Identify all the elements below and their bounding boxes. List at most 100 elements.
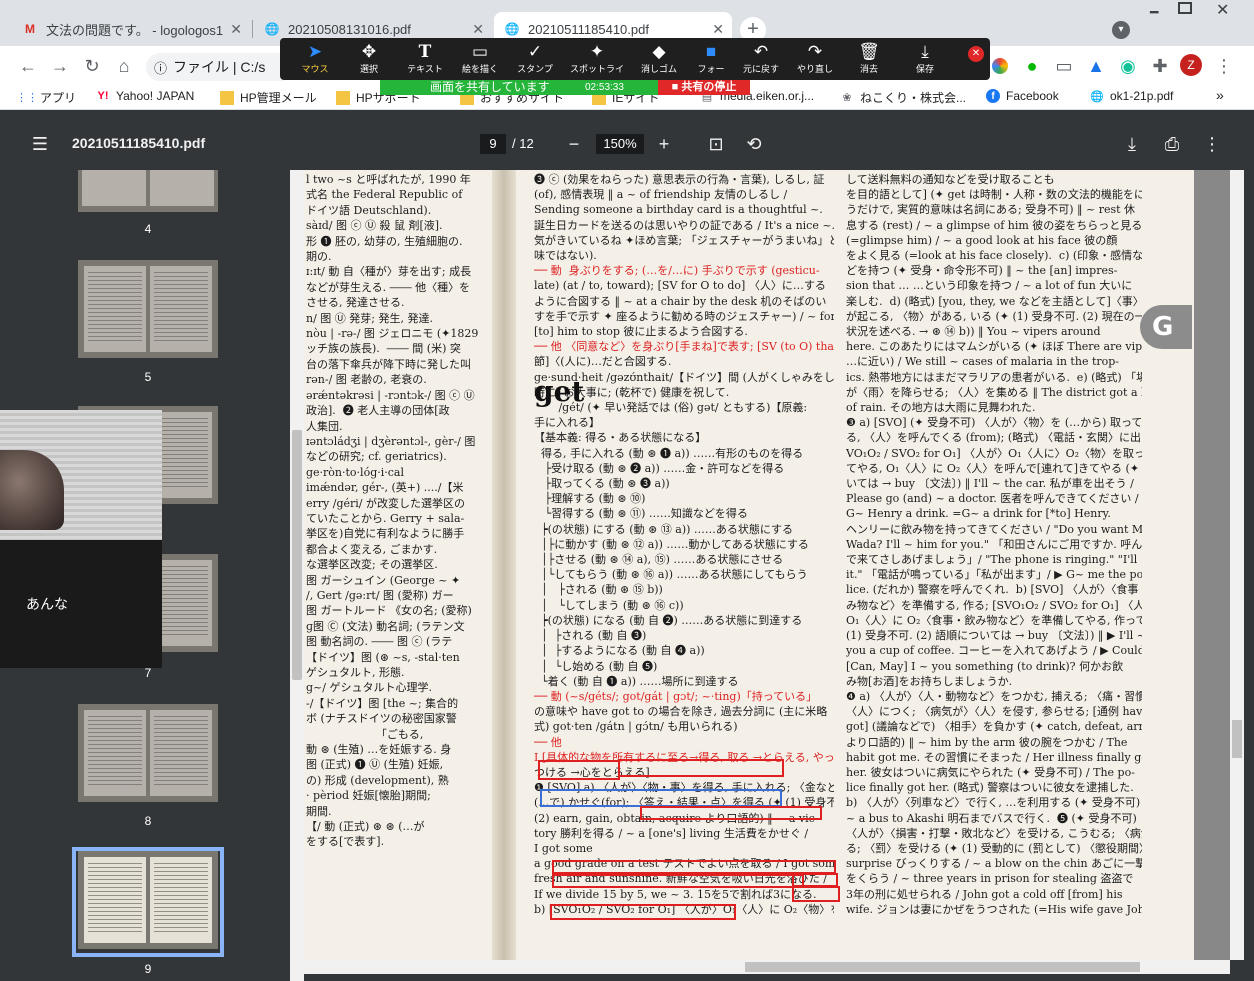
text-line: [to] him to stop 彼に止まるよう合図する. [534, 325, 748, 339]
text-line: habit got me. その習慣にそまった / Her illness fi… [846, 750, 1142, 764]
text-line: 誕生日カードを送るのは思いやりの証である / It's a nice ~. [534, 218, 834, 232]
page-thumbnail-current[interactable] [78, 851, 218, 949]
download-icon[interactable]: ⤓ [1120, 132, 1144, 156]
text-line: erry /géri/ が改変した選挙区の [306, 496, 465, 510]
text-line: …に近い) / We still ~ cases of malaria in t… [846, 355, 1120, 369]
text-line: み物など〉を準備する, 作る; [SVO₁O₂ / SVO₂ for O₁] 〈… [846, 598, 1142, 612]
tab-search-icon[interactable]: ▾ [1112, 21, 1130, 39]
text-line: 式) got·ten /gátn | gɔ́tn/ も用いられる) [534, 720, 738, 734]
red-annotation-box [552, 874, 804, 888]
address-text: ファイル | C:/s [173, 59, 266, 75]
bookmark-item[interactable]: f Facebook [986, 89, 1059, 103]
zoom-out-button[interactable]: − [562, 132, 586, 156]
text-line: 期間. [306, 804, 332, 818]
text-line: wife. ジョンは妻にかぜをうつされた (=His wife gave Joh… [846, 902, 1142, 916]
page-number-input[interactable]: 9 [480, 134, 506, 154]
video-participant-panel[interactable]: あんな [0, 410, 162, 668]
more-options-icon[interactable]: ⋮ [1200, 132, 1224, 156]
window-close-button[interactable]: ✕ [1216, 0, 1229, 20]
tool-mouse[interactable]: ➤ マウス [286, 42, 344, 75]
tool-select[interactable]: ✥ 選択 [340, 42, 398, 75]
text-line: うだけで, 実質的意味は名詞にある; 受身不可) ‖ ~ rest 休 [846, 203, 1136, 217]
text-line: 式名 the Federal Republic of [306, 188, 463, 202]
text-line: み物[お酒]をお持ちしましょうか. [846, 674, 1013, 688]
headword-get: get [534, 375, 585, 408]
print-icon[interactable]: ⎙ [1160, 132, 1184, 156]
bookmark-item[interactable]: ⋮⋮ アプリ [16, 89, 76, 106]
tool-save[interactable]: ⤓ 保存 [896, 42, 954, 75]
back-icon[interactable]: ← [16, 54, 40, 78]
forward-icon[interactable]: → [48, 54, 72, 78]
close-icon[interactable]: ✕ [472, 21, 484, 38]
thumbnail-label: 7 [144, 666, 152, 680]
document-scrollbar[interactable] [1230, 170, 1244, 960]
text-line: rǝn-/ 图 老齢の, 老衰の. [306, 373, 427, 387]
text-line: │ ├される (動 自 ❸) [534, 629, 647, 643]
extension-icon[interactable] [988, 54, 1012, 78]
text-line: Please go (and) ~ a doctor. 医者を呼んできてください… [846, 492, 1139, 506]
close-icon[interactable]: ✕ [230, 21, 242, 38]
sharing-timer: 02:53:33 [585, 82, 624, 93]
stop-share-button[interactable]: ■ 共有の停止 [658, 80, 750, 95]
tool-draw[interactable]: ▭ 絵を描く [451, 42, 509, 75]
close-icon[interactable]: ✕ [968, 46, 984, 62]
zoom-in-button[interactable]: + [652, 132, 676, 156]
tool-redo[interactable]: ↷ やり直し [786, 42, 844, 75]
minimize-button[interactable]: ━ [1150, 4, 1158, 21]
more-bookmarks-button[interactable]: » [1216, 87, 1224, 103]
bookmark-item[interactable]: 🌐 ok1-21p.pdf [1090, 89, 1173, 103]
address-bar[interactable]: ⓘ ファイル | C:/s [146, 53, 296, 81]
tab-gmail[interactable]: M 文法の問題です。 - logologos1 ✕ [12, 12, 250, 46]
menu-icon[interactable]: ⋮ [1212, 54, 1236, 78]
text-line: てやる, O₁〈人〉に O₂〈人〉を呼んで[連れて]きてやる (✦ 語順につ [846, 461, 1140, 475]
text-line: you a cup of coffee. コーヒーを入れてあげよう / ▶ Co… [846, 644, 1142, 658]
sidebar-scrollbar-thumb[interactable] [292, 430, 302, 680]
fit-page-icon[interactable]: ⊡ [704, 132, 728, 156]
bookmark-item[interactable]: HP管理メール [220, 89, 317, 106]
line-icon[interactable]: ● [1020, 54, 1044, 78]
text-line: をくらう / ~ three years in prison for steal… [846, 872, 1134, 886]
text-line: いては → buy 〔文法〕) ‖ I'll ~ the car. 私が車を出そ… [846, 477, 1134, 491]
text-line: ❸ ⓒ (効果をねらった) 意思表示の行為・言葉), しるし, 証 [534, 173, 825, 186]
page-thumbnail[interactable] [78, 704, 218, 802]
grammarly-icon[interactable]: ◉ [1116, 54, 1140, 78]
home-icon[interactable]: ⌂ [112, 54, 136, 78]
text-line: して送料無料の通知などを受け取ることも [846, 173, 1055, 186]
tool-undo[interactable]: ↶ 元に戻す [732, 42, 790, 75]
page-thumbnail[interactable] [78, 170, 218, 212]
menu-icon[interactable]: ☰ [28, 132, 52, 156]
zoom-level-input[interactable]: 150% [596, 134, 644, 154]
tool-clear[interactable]: 🗑 消去 [840, 42, 898, 75]
bookmark-item[interactable]: Y! Yahoo! JAPAN [96, 89, 195, 103]
reload-icon[interactable]: ↻ [80, 54, 104, 78]
screen-share-status-bar: 画面を共有しています 02:53:33 ■ 共有の停止 [380, 80, 750, 95]
puzzle-icon[interactable]: ✚ [1148, 54, 1172, 78]
text-line: 節]〈(人に)…だと合図する. [534, 355, 672, 369]
move-icon: ✥ [361, 42, 377, 61]
text-line: ドイツ語 Deutschland). [306, 203, 432, 217]
text-line: tory 勝利を得る / ~ a [one's] living 生活費をかせぐ … [534, 826, 809, 840]
horizontal-scrollbar-thumb[interactable] [745, 962, 1140, 972]
profile-avatar[interactable]: Z [1180, 54, 1202, 76]
text-line: の意味や have got to の場合を除き, 過去分詞に (主に米略 [534, 705, 828, 719]
page-thumbnail[interactable] [78, 260, 218, 358]
drive-icon[interactable]: ▲ [1084, 54, 1108, 78]
maximize-button[interactable] [1178, 2, 1192, 14]
red-annotation-box [792, 873, 838, 887]
redo-icon: ↷ [807, 42, 823, 61]
text-line: 動 ⊛ (生殖) …を妊娠する. 身 [306, 743, 452, 757]
text-line: 【基本義: 得る・ある状態になる】 [534, 431, 707, 445]
tool-stamp[interactable]: ✓ スタンプ [506, 42, 564, 75]
text-line: が起こる, 〈物〉がある, いる (✦ (1) 受身不可. (2) 現在の一般的 [846, 309, 1142, 323]
text-line: 3年の刑に処せられる / John got a cold off [from] … [846, 887, 1123, 901]
rotate-icon[interactable]: ⟲ [742, 132, 766, 156]
text-line: n/ 图 Ⓤ 発芽; 発生, 発達. [306, 311, 433, 325]
chat-icon[interactable]: ▭ [1052, 54, 1076, 78]
document-scrollbar-thumb[interactable] [1232, 720, 1242, 758]
tool-spotlight[interactable]: ✦ スポットライ [568, 42, 626, 75]
tool-text[interactable]: T テキスト [396, 42, 454, 75]
tool-eraser[interactable]: ◆ 消しゴム [630, 42, 688, 75]
bookmark-item[interactable]: ❀ ねこくり・株式会... [840, 89, 966, 106]
red-annotation-box [550, 904, 736, 920]
close-icon[interactable]: ✕ [712, 21, 724, 38]
